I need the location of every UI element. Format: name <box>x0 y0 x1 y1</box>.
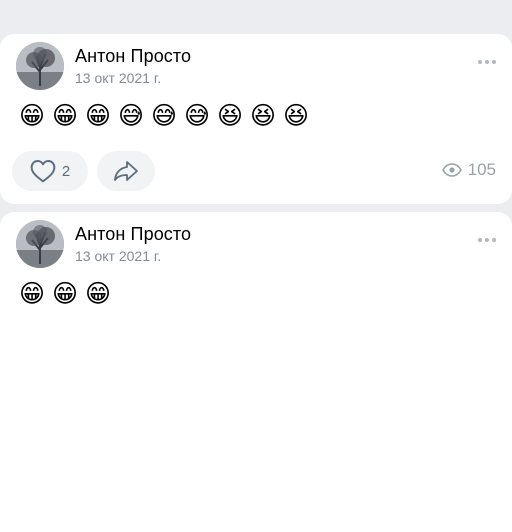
views-count: 105 <box>467 160 496 179</box>
emoji: 😁 <box>18 280 46 308</box>
post-card: Антон Просто 13 окт 2021 г. 😁 😁 😁 😅 😅 😅 … <box>0 34 512 204</box>
heart-outline-icon <box>30 160 56 183</box>
emoji: 😆 <box>282 102 310 130</box>
post-date[interactable]: 13 окт 2021 г. <box>75 248 161 264</box>
avatar[interactable] <box>16 220 64 268</box>
post-author[interactable]: Антон Просто <box>75 46 191 67</box>
more-horizontal-icon[interactable] <box>478 238 496 242</box>
emoji: 😅 <box>117 102 145 130</box>
emoji: 😅 <box>183 102 211 130</box>
post-card: Антон Просто 13 окт 2021 г. 😁 😁 😁 <box>0 212 512 532</box>
share-arrow-icon <box>114 161 138 181</box>
like-count: 2 <box>61 162 71 180</box>
views-counter: 105 <box>441 160 496 180</box>
emoji: 😆 <box>216 102 244 130</box>
emoji: 😅 <box>150 102 178 130</box>
post-text: 😁 😁 😁 😅 😅 😅 😆 😆 😆 <box>16 100 312 132</box>
post-date[interactable]: 13 окт 2021 г. <box>75 70 161 86</box>
post-text: 😁 😁 😁 <box>16 278 114 310</box>
post-author[interactable]: Антон Просто <box>75 224 191 245</box>
emoji: 😆 <box>249 102 277 130</box>
eye-icon <box>441 163 462 177</box>
emoji: 😁 <box>18 102 46 130</box>
like-button[interactable]: 2 <box>12 151 88 191</box>
emoji: 😁 <box>84 280 112 308</box>
avatar[interactable] <box>16 42 64 90</box>
emoji: 😁 <box>51 280 79 308</box>
emoji: 😁 <box>84 102 112 130</box>
more-horizontal-icon[interactable] <box>478 60 496 64</box>
share-button[interactable] <box>97 151 155 191</box>
emoji: 😁 <box>51 102 79 130</box>
